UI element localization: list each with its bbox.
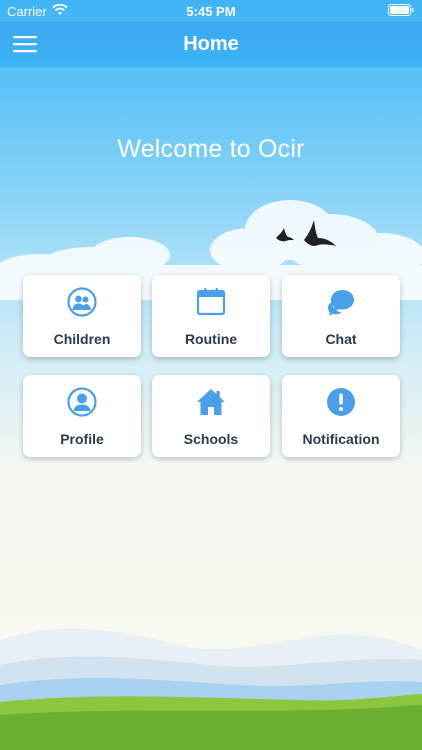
- children-tile[interactable]: Children: [23, 275, 141, 357]
- routine-tile[interactable]: Routine: [152, 275, 270, 357]
- children-icon: [67, 287, 97, 317]
- calendar-icon: [196, 288, 226, 316]
- notification-icon: [327, 388, 355, 416]
- hills-illustration: [0, 628, 422, 750]
- notification-tile[interactable]: Notification: [282, 375, 400, 457]
- profile-icon: [67, 387, 97, 417]
- profile-tile[interactable]: Profile: [23, 375, 141, 457]
- chat-icon: [328, 290, 354, 316]
- home-icon: [197, 389, 225, 415]
- tile-label: Profile: [60, 431, 104, 447]
- tile-label: Children: [53, 331, 111, 347]
- schools-tile[interactable]: Schools: [152, 375, 270, 457]
- tile-label: Chat: [325, 331, 357, 347]
- chat-tile[interactable]: Chat: [282, 275, 400, 357]
- tile-label: Routine: [184, 331, 238, 347]
- tile-label: Schools: [183, 431, 239, 447]
- tile-label: Notification: [302, 431, 380, 447]
